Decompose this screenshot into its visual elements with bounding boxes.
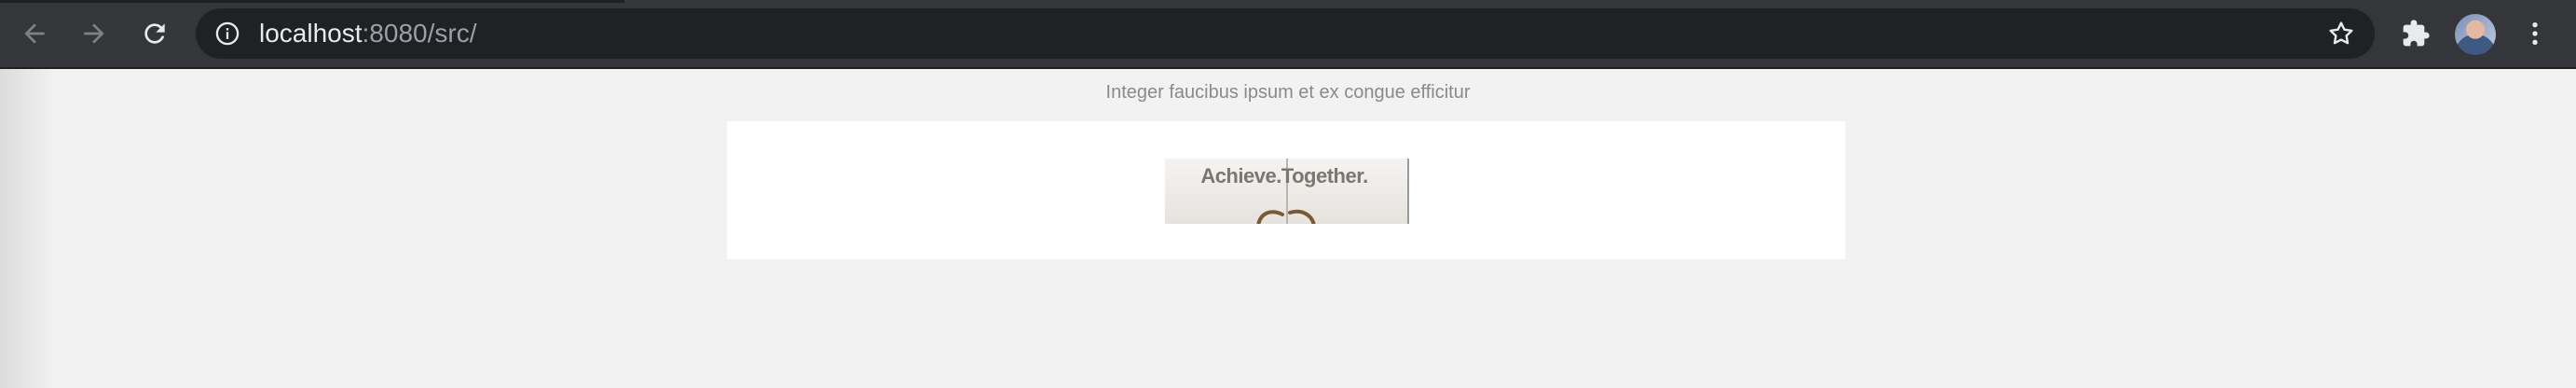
kebab-menu-icon xyxy=(2532,22,2538,45)
page-viewport: Integer faucibus ipsum et ex congue effi… xyxy=(0,69,2576,388)
info-icon[interactable] xyxy=(214,21,240,47)
forward-button[interactable] xyxy=(74,13,115,54)
banner-image: Achieve.Together. xyxy=(1165,159,1409,224)
arrow-left-icon xyxy=(24,23,45,44)
browser-toolbar: localhost:8080/src/ xyxy=(0,0,2576,69)
puzzle-icon xyxy=(2403,20,2430,47)
extensions-button[interactable] xyxy=(2395,13,2436,54)
page-edge-shadow xyxy=(0,69,56,388)
url-path: :8080/src/ xyxy=(362,19,477,48)
handshake-logo-icon xyxy=(1256,209,1316,224)
menu-button[interactable] xyxy=(2514,13,2555,54)
star-icon[interactable] xyxy=(2326,19,2356,48)
avatar[interactable] xyxy=(2455,14,2496,55)
tab-strip-edge xyxy=(0,0,624,3)
reload-button[interactable] xyxy=(134,13,175,54)
address-bar[interactable]: localhost:8080/src/ xyxy=(196,8,2375,59)
page-caption: Integer faucibus ipsum et ex congue effi… xyxy=(1105,82,1471,103)
url-host: localhost xyxy=(259,19,363,48)
content-card: Achieve.Together. xyxy=(727,121,1845,259)
url-text[interactable]: localhost:8080/src/ xyxy=(259,8,476,59)
arrow-right-icon xyxy=(84,23,104,44)
reload-icon xyxy=(144,23,165,44)
back-button[interactable] xyxy=(14,13,55,54)
banner-text: Achieve.Together. xyxy=(1200,164,1368,187)
